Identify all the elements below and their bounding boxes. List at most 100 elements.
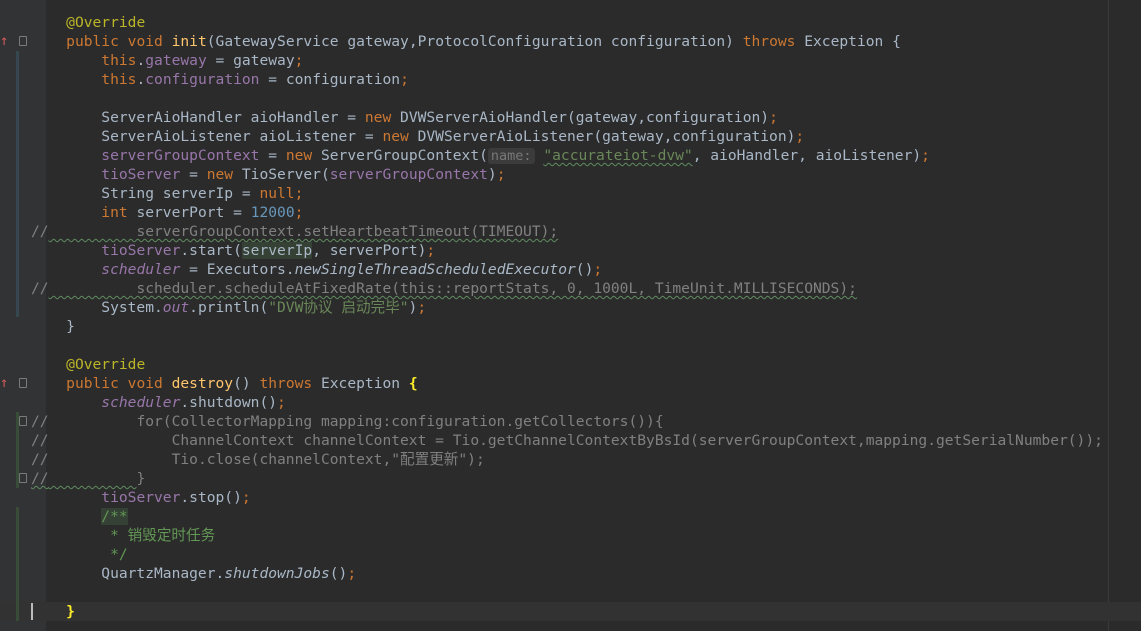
- code-text[interactable]: @Override: [31, 355, 145, 374]
- code-line[interactable]: /**: [0, 507, 1141, 526]
- code-text[interactable]: tioServer = new TioServer(serverGroupCon…: [31, 165, 505, 184]
- code-text[interactable]: // }: [31, 469, 145, 488]
- code-line[interactable]: // }: [0, 469, 1141, 488]
- vcs-change-marker[interactable]: [16, 507, 19, 526]
- vcs-change-marker[interactable]: [16, 564, 19, 583]
- code-line[interactable]: ↑ public void init(GatewayService gatewa…: [0, 32, 1141, 51]
- code-line[interactable]: String serverIp = null;: [0, 184, 1141, 203]
- vcs-change-marker[interactable]: [16, 241, 19, 260]
- code-text[interactable]: public void init(GatewayService gateway,…: [31, 32, 901, 51]
- vcs-change-marker[interactable]: [16, 431, 19, 450]
- code-text[interactable]: serverGroupContext = new ServerGroupCont…: [31, 146, 930, 166]
- vcs-change-marker[interactable]: [16, 298, 19, 317]
- code-line[interactable]: tioServer = new TioServer(serverGroupCon…: [0, 165, 1141, 184]
- code-token: Exception {: [804, 33, 901, 50]
- code-line[interactable]: }: [0, 317, 1141, 336]
- code-text[interactable]: }: [31, 317, 75, 336]
- code-line[interactable]: [0, 583, 1141, 602]
- code-line[interactable]: this.configuration = configuration;: [0, 70, 1141, 89]
- vcs-change-marker[interactable]: [16, 51, 19, 70]
- vcs-change-marker[interactable]: [16, 89, 19, 108]
- code-text[interactable]: ServerAioListener aioListener = new DVWS…: [31, 127, 804, 146]
- code-line[interactable]: @Override: [0, 355, 1141, 374]
- code-token: public void: [66, 33, 172, 50]
- vcs-change-marker[interactable]: [16, 127, 19, 146]
- code-line[interactable]: // Tio.close(channelContext,"配置更新");: [0, 450, 1141, 469]
- code-line[interactable]: [0, 336, 1141, 355]
- code-text[interactable]: ServerAioHandler aioHandler = new DVWSer…: [31, 108, 778, 127]
- code-text[interactable]: int serverPort = 12000;: [31, 203, 303, 222]
- code-line[interactable]: // serverGroupContext.setHeartbeatTimeou…: [0, 222, 1141, 241]
- code-text[interactable]: // ChannelContext channelContext = Tio.g…: [31, 431, 1103, 450]
- code-line[interactable]: }: [0, 602, 1141, 621]
- code-line[interactable]: // scheduler.scheduleAtFixedRate(this::r…: [0, 279, 1141, 298]
- code-text[interactable]: */: [31, 545, 128, 564]
- code-text[interactable]: // for(CollectorMapping mapping:configur…: [31, 412, 664, 431]
- code-text[interactable]: QuartzManager.shutdownJobs();: [31, 564, 356, 583]
- code-token: }: [136, 470, 146, 487]
- code-text[interactable]: System.out.println("DVW协议 启动完毕");: [31, 298, 426, 317]
- fold-marker-icon[interactable]: [19, 473, 27, 483]
- code-text[interactable]: }: [31, 602, 75, 621]
- code-text[interactable]: /**: [31, 507, 128, 526]
- code-token: throws: [259, 375, 321, 392]
- code-line[interactable]: [0, 89, 1141, 108]
- code-line[interactable]: scheduler.shutdown();: [0, 393, 1141, 412]
- vcs-change-marker[interactable]: [16, 146, 19, 165]
- code-line[interactable]: System.out.println("DVW协议 启动完毕");: [0, 298, 1141, 317]
- override-arrow-icon[interactable]: ↑: [0, 375, 8, 392]
- code-line[interactable]: QuartzManager.shutdownJobs();: [0, 564, 1141, 583]
- code-token: public void: [66, 375, 172, 392]
- code-text[interactable]: tioServer.stop();: [31, 488, 250, 507]
- code-line[interactable]: scheduler = Executors.newSingleThreadSch…: [0, 260, 1141, 279]
- vcs-change-marker[interactable]: [16, 545, 19, 564]
- code-text[interactable]: tioServer.start(serverIp, serverPort);: [31, 241, 435, 260]
- code-text[interactable]: // scheduler.scheduleAtFixedRate(this::r…: [31, 279, 857, 298]
- code-line[interactable]: ServerAioHandler aioHandler = new DVWSer…: [0, 108, 1141, 127]
- vcs-change-marker[interactable]: [16, 260, 19, 279]
- code-line[interactable]: // ChannelContext channelContext = Tio.g…: [0, 431, 1141, 450]
- code-text[interactable]: scheduler = Executors.newSingleThreadSch…: [31, 260, 602, 279]
- vcs-change-marker[interactable]: [16, 108, 19, 127]
- code-text[interactable]: String serverIp = null;: [31, 184, 303, 203]
- code-text[interactable]: // serverGroupContext.setHeartbeatTimeou…: [31, 222, 558, 241]
- code-line[interactable]: ServerAioListener aioListener = new DVWS…: [0, 127, 1141, 146]
- code-text[interactable]: scheduler.shutdown();: [31, 393, 286, 412]
- vcs-change-marker[interactable]: [16, 526, 19, 545]
- code-line[interactable]: @Override: [0, 13, 1141, 32]
- code-line[interactable]: serverGroupContext = new ServerGroupCont…: [0, 146, 1141, 165]
- code-text[interactable]: @Override: [31, 13, 145, 32]
- code-line[interactable]: tioServer.start(serverIp, serverPort);: [0, 241, 1141, 260]
- vcs-change-marker[interactable]: [16, 602, 19, 621]
- vcs-change-marker[interactable]: [16, 184, 19, 203]
- fold-marker-icon[interactable]: [19, 36, 27, 46]
- override-arrow-icon[interactable]: ↑: [0, 33, 8, 50]
- code-line[interactable]: int serverPort = 12000;: [0, 203, 1141, 222]
- fold-marker-icon[interactable]: [19, 416, 27, 426]
- vcs-change-marker[interactable]: [16, 450, 19, 469]
- code-line[interactable]: ↑ public void destroy() throws Exception…: [0, 374, 1141, 393]
- code-line[interactable]: tioServer.stop();: [0, 488, 1141, 507]
- code-text[interactable]: // Tio.close(channelContext,"配置更新");: [31, 450, 485, 469]
- code-text[interactable]: * 销毁定时任务: [31, 526, 215, 545]
- vcs-change-marker[interactable]: [16, 583, 19, 602]
- code-token: scheduler: [101, 394, 181, 411]
- code-line[interactable]: this.gateway = gateway;: [0, 51, 1141, 70]
- code-text[interactable]: this.configuration = configuration;: [31, 70, 409, 89]
- vcs-change-marker[interactable]: [16, 203, 19, 222]
- vcs-change-marker[interactable]: [16, 70, 19, 89]
- code-text[interactable]: public void destroy() throws Exception {: [31, 374, 418, 393]
- code-line[interactable]: */: [0, 545, 1141, 564]
- code-token: ServerGroupContext(: [320, 147, 488, 164]
- code-text[interactable]: this.gateway = gateway;: [31, 51, 303, 70]
- code-token: =: [259, 147, 286, 164]
- fold-marker-icon[interactable]: [19, 378, 27, 388]
- vcs-change-marker[interactable]: [16, 165, 19, 184]
- vcs-change-marker[interactable]: [16, 279, 19, 298]
- vcs-change-marker[interactable]: [16, 222, 19, 241]
- code-token: for(CollectorMapping mapping:configurati…: [48, 413, 664, 430]
- code-line[interactable]: // for(CollectorMapping mapping:configur…: [0, 412, 1141, 431]
- code-token: //: [31, 470, 49, 487]
- code-line[interactable]: * 销毁定时任务: [0, 526, 1141, 545]
